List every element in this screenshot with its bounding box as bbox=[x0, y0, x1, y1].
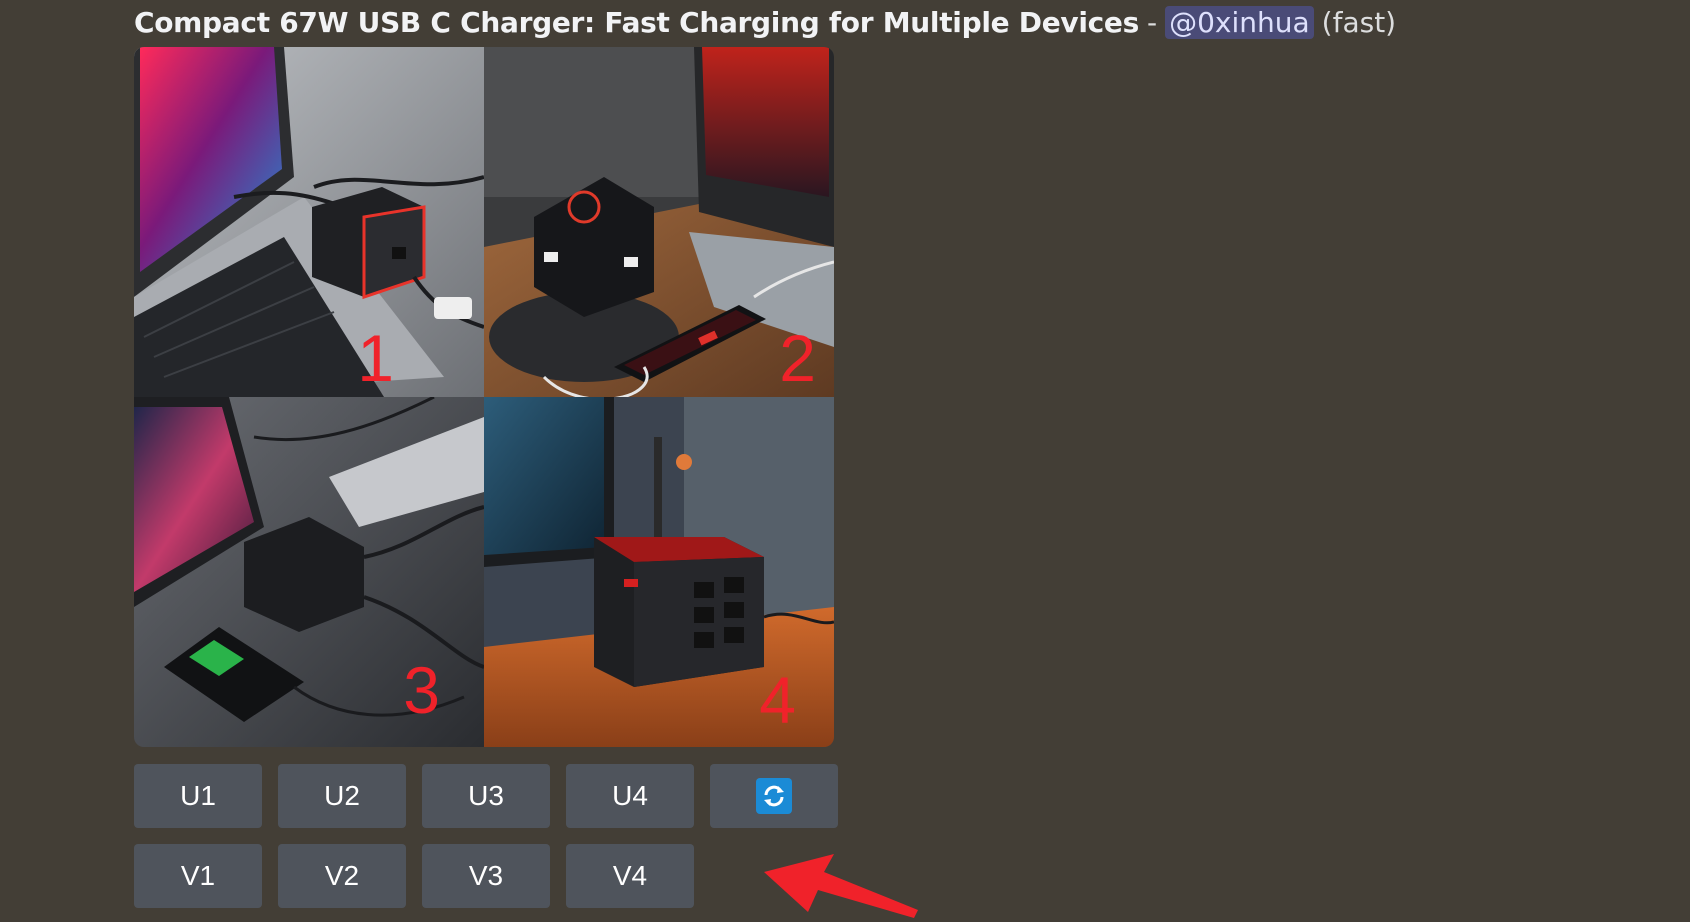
grid-image-3[interactable]: 3 bbox=[134, 397, 484, 747]
grid-image-1[interactable]: 1 bbox=[134, 47, 484, 397]
message-header: Compact 67W USB C Charger: Fast Charging… bbox=[134, 2, 1396, 42]
annotation-arrow-icon bbox=[764, 854, 918, 918]
upscale-button-1[interactable]: U1 bbox=[134, 764, 262, 828]
image-number-1: 1 bbox=[357, 321, 394, 395]
separator: - bbox=[1147, 5, 1158, 39]
charger-laptop-image bbox=[134, 47, 484, 397]
upscale-button-3[interactable]: U3 bbox=[422, 764, 550, 828]
prompt-text: Compact 67W USB C Charger: Fast Charging… bbox=[134, 5, 1139, 39]
upscale-button-4[interactable]: U4 bbox=[566, 764, 694, 828]
image-grid[interactable]: 1 2 3 4 bbox=[134, 47, 834, 747]
upscale-button-2[interactable]: U2 bbox=[278, 764, 406, 828]
grid-image-2[interactable]: 2 bbox=[484, 47, 834, 397]
variation-button-2[interactable]: V2 bbox=[278, 844, 406, 908]
image-number-2: 2 bbox=[779, 321, 816, 395]
variation-button-4[interactable]: V4 bbox=[566, 844, 694, 908]
image-number-4: 4 bbox=[759, 663, 796, 737]
variation-button-3[interactable]: V3 bbox=[422, 844, 550, 908]
variation-button-1[interactable]: V1 bbox=[134, 844, 262, 908]
grid-image-4[interactable]: 4 bbox=[484, 397, 834, 747]
variation-button-row: V1 V2 V3 V4 bbox=[134, 844, 694, 908]
refresh-icon bbox=[756, 778, 792, 814]
user-mention[interactable]: @0xinhua bbox=[1165, 5, 1314, 39]
image-number-3: 3 bbox=[403, 653, 440, 727]
reroll-button[interactable] bbox=[710, 764, 838, 828]
speed-label: (fast) bbox=[1321, 5, 1397, 39]
upscale-button-row: U1 U2 U3 U4 bbox=[134, 764, 838, 828]
